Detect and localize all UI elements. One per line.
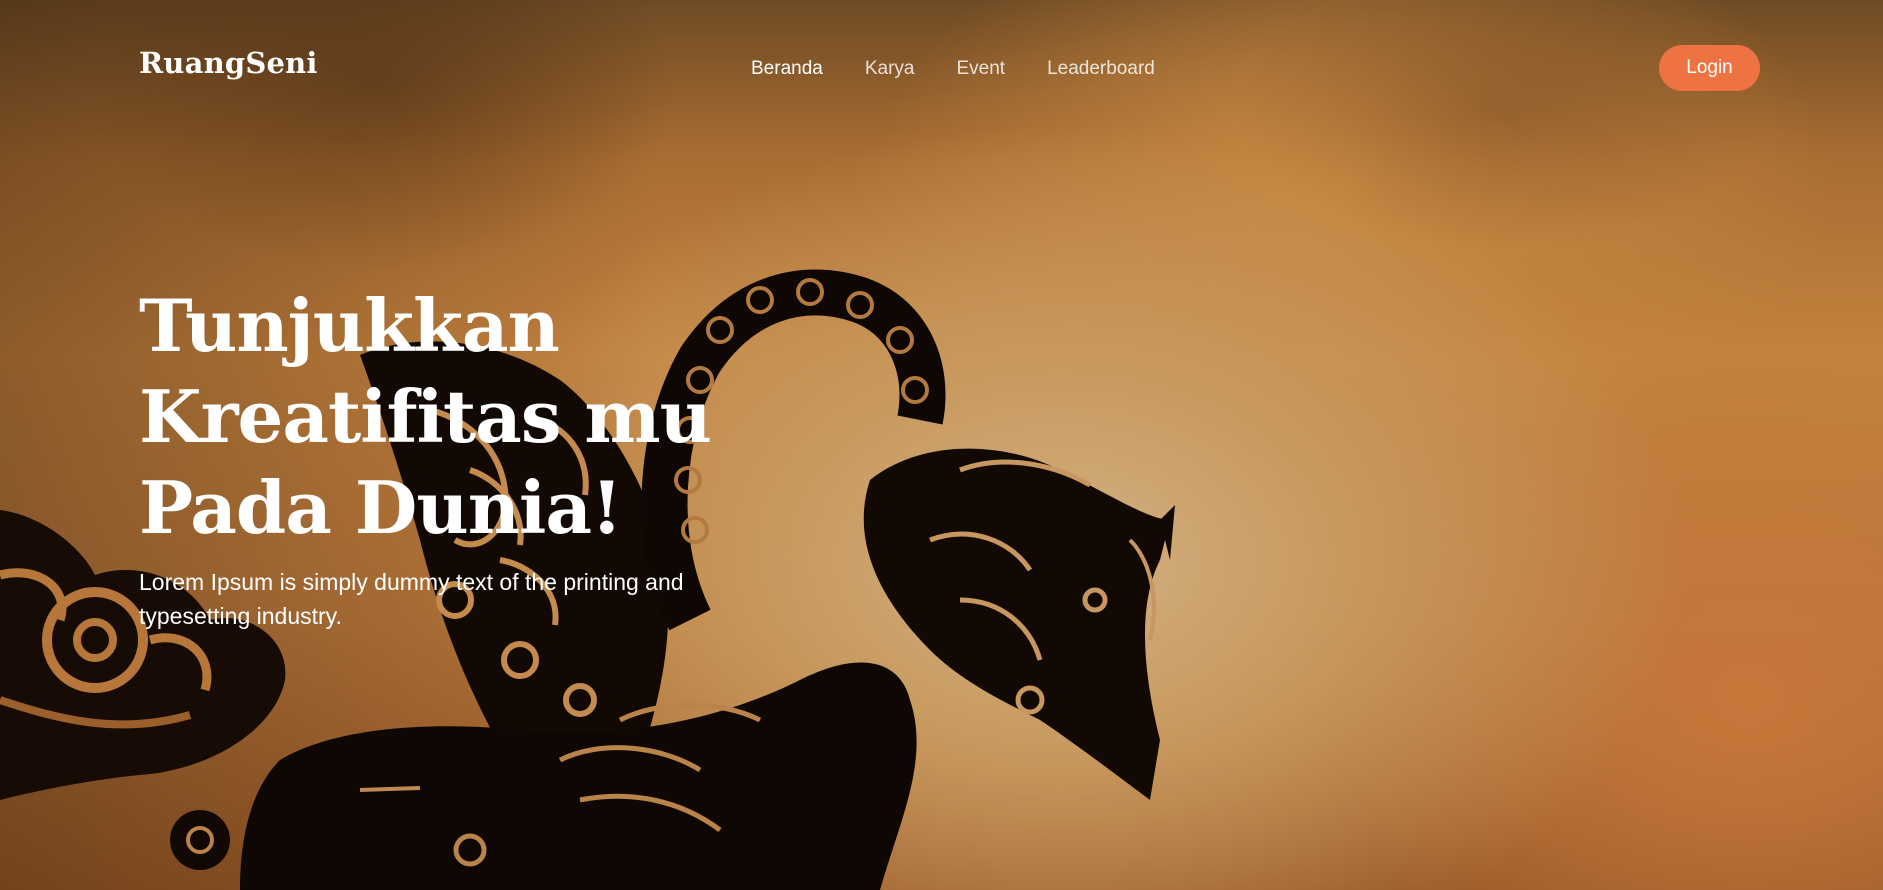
nav-link-karya[interactable]: Karya (865, 58, 915, 80)
hero-title-line: Tunjukkan (139, 283, 560, 368)
nav-link-leaderboard[interactable]: Leaderboard (1047, 58, 1155, 80)
nav-menu: Beranda Karya Event Leaderboard (751, 58, 1155, 80)
nav-link-event[interactable]: Event (956, 58, 1005, 80)
hero-description: Lorem Ipsum is simply dummy text of the … (139, 569, 684, 629)
hero-title: Tunjukkan Kreatifitas mu Pada Dunia! (139, 280, 779, 553)
login-button[interactable]: Login (1659, 45, 1760, 91)
top-navigation: RuangSeni Beranda Karya Event Leaderboar… (0, 0, 1883, 140)
landing-page: RuangSeni Beranda Karya Event Leaderboar… (0, 0, 1883, 890)
hero-title-line: Kreatifitas mu (139, 374, 712, 459)
nav-link-beranda[interactable]: Beranda (751, 58, 823, 80)
hero-title-line: Pada Dunia! (139, 465, 623, 550)
hero-section: Tunjukkan Kreatifitas mu Pada Dunia! Lor… (139, 280, 779, 633)
brand-logo[interactable]: RuangSeni (139, 46, 318, 80)
